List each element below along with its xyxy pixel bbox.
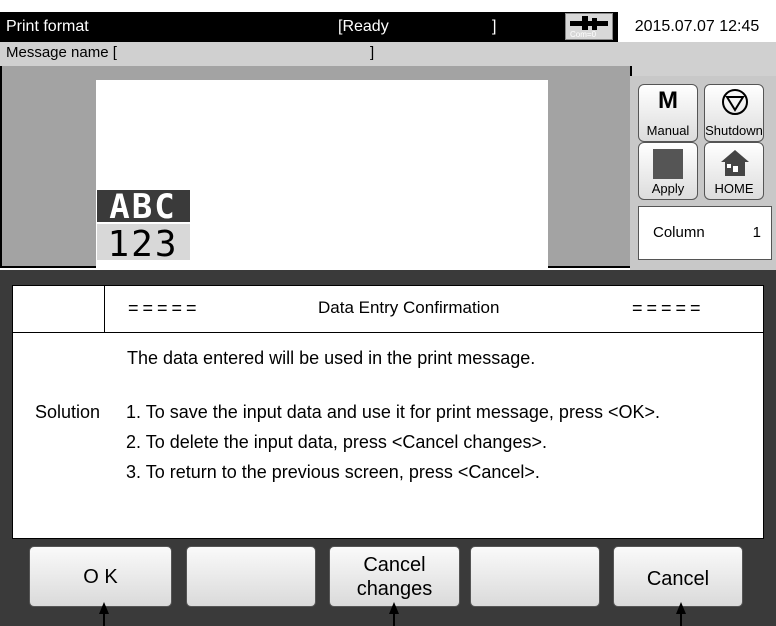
cancel-changes-label-line2: changes xyxy=(356,578,433,600)
cancel-pointer-stem xyxy=(680,612,682,626)
cancel-button-label: Cancel xyxy=(646,568,710,590)
dialog-decoration-left: ===== xyxy=(128,298,201,318)
column-label: Column xyxy=(653,224,705,241)
cancel-button[interactable]: Cancel xyxy=(613,546,743,607)
dialog-message: The data entered will be used in the pri… xyxy=(127,348,536,368)
datetime-display: 2015.07.07 12:45 xyxy=(616,12,776,42)
message-name-label: Message name [ xyxy=(6,44,117,61)
manual-icon: M xyxy=(658,87,678,114)
shutdown-icon xyxy=(722,89,748,115)
apply-label: Apply xyxy=(651,181,685,196)
ok-button[interactable]: O K xyxy=(29,546,172,607)
solution-label: Solution xyxy=(35,402,101,422)
preview-line-1: ABC xyxy=(97,187,190,227)
function-key-2[interactable] xyxy=(186,546,316,607)
column-indicator: Column 1 xyxy=(638,206,772,260)
com-status-label: Com=0 xyxy=(570,30,597,39)
manual-label: Manual xyxy=(646,123,690,138)
home-icon xyxy=(721,150,749,176)
solution-step-3: 3. To return to the previous screen, pre… xyxy=(126,462,540,482)
screen-title: Print format xyxy=(6,18,89,35)
function-key-4[interactable] xyxy=(470,546,600,607)
title-bar: Print format [Ready ] Com=0 2015.07.07 1… xyxy=(0,12,776,42)
dialog-header: ===== Data Entry Confirmation ===== xyxy=(12,285,764,333)
status-bracket: ] xyxy=(492,18,497,35)
apply-icon xyxy=(653,149,683,179)
shutdown-button[interactable]: Shutdown xyxy=(704,84,764,142)
home-button[interactable]: HOME xyxy=(704,142,764,200)
status-text: [Ready xyxy=(338,18,389,35)
message-name-bracket: ] xyxy=(370,44,375,61)
cancel-changes-label-line1: Cancel xyxy=(363,554,426,576)
preview-text-abc: ABC xyxy=(109,190,176,222)
cancel-changes-button[interactable]: Cancel changes xyxy=(329,546,460,607)
dialog-title: Data Entry Confirmation xyxy=(318,298,500,317)
cancel-changes-pointer-stem xyxy=(393,612,395,626)
ok-pointer-stem xyxy=(103,612,105,626)
communication-icon[interactable]: Com=0 xyxy=(565,13,613,40)
manual-button[interactable]: M Manual xyxy=(638,84,698,142)
home-label: HOME xyxy=(714,181,754,196)
solution-step-2: 2. To delete the input data, press <Canc… xyxy=(126,432,547,452)
ok-button-label: O K xyxy=(83,566,118,588)
shutdown-label: Shutdown xyxy=(705,123,763,138)
dialog-decoration-right: ===== xyxy=(632,298,705,318)
column-value: 1 xyxy=(752,224,761,241)
solution-step-1: 1. To save the input data and use it for… xyxy=(126,402,660,422)
apply-button[interactable]: Apply xyxy=(638,142,698,200)
preview-text-123: 123 xyxy=(107,224,178,260)
dialog-header-divider xyxy=(104,285,105,333)
preview-line-2: 123 xyxy=(97,224,190,265)
